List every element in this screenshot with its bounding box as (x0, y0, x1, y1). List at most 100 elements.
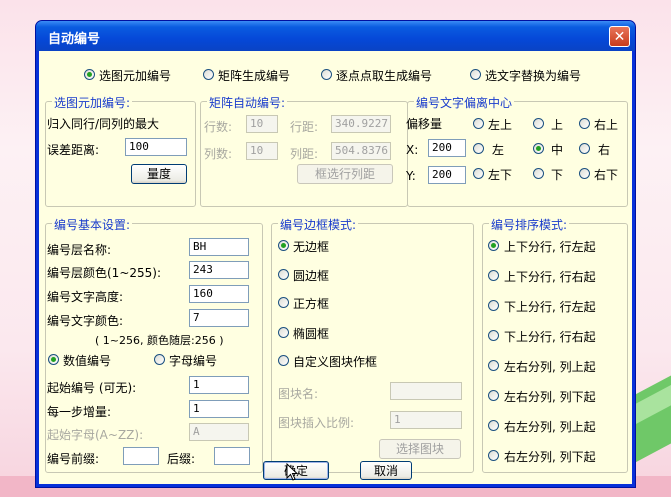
step-input[interactable]: 1 (189, 400, 249, 418)
order-mode-group: 编号排序模式: (482, 216, 628, 473)
numeric-numbering-label[interactable]: 数值编号 (63, 352, 111, 369)
text-height-label: 编号文字高度: (47, 290, 124, 304)
pos-label-center[interactable]: 中 (551, 141, 563, 158)
layer-color-input[interactable]: 243 (189, 261, 249, 279)
col-distance-input[interactable]: 504.8376 (331, 142, 391, 160)
close-button[interactable]: ✕ (609, 26, 630, 47)
order-radio-2[interactable] (488, 270, 499, 281)
border-label-square[interactable]: 正方框 (293, 295, 329, 312)
order-radio-7[interactable] (488, 420, 499, 431)
pos-label-top[interactable]: 上 (551, 116, 563, 133)
order-radio-1[interactable] (488, 240, 499, 251)
border-label-ellipse[interactable]: 椭圆框 (293, 325, 329, 342)
rows-label: 行数: (204, 120, 233, 134)
pos-label-top-right[interactable]: 右上 (594, 116, 618, 133)
mode-label-replace-text[interactable]: 选文字替换为编号 (485, 67, 581, 84)
start-number-input[interactable]: 1 (189, 376, 249, 394)
pos-label-bottom-left[interactable]: 左下 (488, 166, 512, 183)
pos-label-bottom-right[interactable]: 右下 (594, 166, 618, 183)
select-block-button[interactable]: 选择图块 (379, 439, 461, 459)
border-radio-ellipse[interactable] (278, 327, 289, 338)
cancel-button[interactable]: 取消 (360, 461, 412, 480)
pos-label-bottom[interactable]: 下 (551, 166, 563, 183)
alpha-numbering-label[interactable]: 字母编号 (169, 352, 217, 369)
order-label-2[interactable]: 上下分行, 行右起 (504, 268, 596, 285)
border-label-custom-block[interactable]: 自定义图块作框 (293, 353, 377, 370)
select-entity-group-legend: 选图元加编号: (52, 94, 133, 111)
mode-label-select-entity[interactable]: 选图元加编号 (99, 67, 171, 84)
order-label-5[interactable]: 左右分列, 列上起 (504, 358, 596, 375)
alpha-numbering-radio[interactable] (154, 354, 165, 365)
block-name-label: 图块名: (278, 387, 319, 401)
layer-color-label: 编号层颜色(1~255): (47, 266, 162, 280)
auto-number-dialog: 自动编号 ✕ 选图元加编号 矩阵生成编号 逐点点取生成编号 选文字替换为编号 选… (35, 20, 636, 488)
mouse-cursor-icon (286, 463, 298, 481)
border-radio-none[interactable] (278, 240, 289, 251)
border-mode-group: 编号边框模式: (271, 216, 474, 473)
tolerance-description: 归入同行/同列的最大 (47, 117, 160, 131)
text-color-input[interactable]: 7 (189, 309, 249, 327)
pos-label-left[interactable]: 左 (492, 141, 504, 158)
pos-radio-top-right[interactable] (579, 118, 590, 129)
mode-label-matrix[interactable]: 矩阵生成编号 (218, 67, 290, 84)
block-scale-input[interactable]: 1 (390, 411, 462, 429)
offset-x-label: X: (406, 143, 419, 157)
text-color-label: 编号文字颜色: (47, 314, 124, 328)
offset-y-input[interactable]: 200 (428, 166, 466, 184)
order-radio-4[interactable] (488, 330, 499, 341)
order-radio-8[interactable] (488, 450, 499, 461)
order-label-1[interactable]: 上下分行, 行左起 (504, 238, 596, 255)
measure-button[interactable]: 量度 (131, 164, 187, 184)
offset-x-input[interactable]: 200 (428, 139, 466, 157)
border-label-none[interactable]: 无边框 (293, 238, 329, 255)
offset-label: 偏移量 (406, 117, 443, 131)
block-scale-label: 图块插入比例: (278, 416, 355, 430)
tolerance-input[interactable]: 100 (125, 138, 187, 156)
suffix-input[interactable] (214, 447, 250, 465)
col-distance-label: 列距: (290, 147, 319, 161)
order-label-8[interactable]: 右左分列, 列下起 (504, 448, 596, 465)
start-number-label: 起始编号 (可无): (47, 381, 137, 395)
pos-radio-top-left[interactable] (473, 118, 484, 129)
row-distance-input[interactable]: 340.9227 (331, 115, 391, 133)
mode-radio-matrix[interactable] (203, 69, 214, 80)
pos-radio-bottom-right[interactable] (579, 168, 590, 179)
order-label-7[interactable]: 右左分列, 列上起 (504, 418, 596, 435)
order-label-4[interactable]: 下上分行, 行右起 (504, 328, 596, 345)
mode-radio-select-entity[interactable] (84, 69, 95, 80)
order-mode-legend: 编号排序模式: (489, 216, 570, 233)
pick-row-col-distance-button[interactable]: 框选行列距 (297, 164, 393, 184)
border-radio-square[interactable] (278, 297, 289, 308)
prefix-input[interactable] (123, 447, 159, 465)
start-letter-input[interactable]: A (189, 423, 249, 441)
order-label-6[interactable]: 左右分列, 列下起 (504, 388, 596, 405)
order-label-3[interactable]: 下上分行, 行左起 (504, 298, 596, 315)
rows-input[interactable]: 10 (246, 115, 278, 133)
block-name-input[interactable] (390, 382, 462, 400)
mode-radio-pick-points[interactable] (321, 69, 332, 80)
mode-label-pick-points[interactable]: 逐点点取生成编号 (336, 67, 432, 84)
title-bar[interactable]: 自动编号 ✕ (36, 21, 635, 51)
order-radio-6[interactable] (488, 390, 499, 401)
basic-settings-legend: 编号基本设置: (52, 216, 133, 233)
window-title: 自动编号 (48, 32, 101, 47)
text-height-input[interactable]: 160 (189, 285, 249, 303)
mode-radio-replace-text[interactable] (470, 69, 481, 80)
pos-radio-bottom[interactable] (533, 168, 544, 179)
step-label: 每一步增量: (47, 405, 112, 419)
cols-input[interactable]: 10 (246, 142, 278, 160)
numeric-numbering-radio[interactable] (48, 354, 59, 365)
pos-radio-bottom-left[interactable] (473, 168, 484, 179)
layer-name-input[interactable]: BH (189, 238, 249, 256)
order-radio-5[interactable] (488, 360, 499, 371)
pos-label-top-left[interactable]: 左上 (488, 116, 512, 133)
pos-radio-top[interactable] (533, 118, 544, 129)
pos-radio-left[interactable] (473, 143, 484, 154)
pos-radio-right[interactable] (579, 143, 590, 154)
order-radio-3[interactable] (488, 300, 499, 311)
border-label-circle[interactable]: 圆边框 (293, 267, 329, 284)
border-radio-circle[interactable] (278, 269, 289, 280)
pos-radio-center[interactable] (533, 143, 544, 154)
pos-label-right[interactable]: 右 (598, 141, 610, 158)
border-radio-custom-block[interactable] (278, 355, 289, 366)
